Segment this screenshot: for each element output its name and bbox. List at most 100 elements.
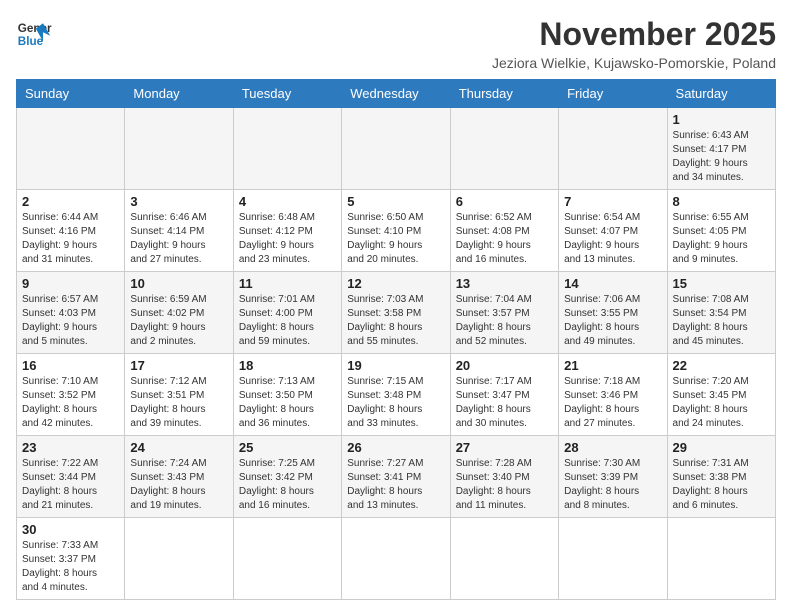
day-info: Sunrise: 7:04 AM Sunset: 3:57 PM Dayligh… bbox=[456, 293, 553, 349]
day-info: Sunrise: 7:20 AM Sunset: 3:45 PM Dayligh… bbox=[673, 375, 770, 431]
title-area: November 2025 Jeziora Wielkie, Kujawsko-… bbox=[492, 16, 776, 71]
col-saturday: Saturday bbox=[667, 80, 775, 108]
table-row: 10 Sunrise: 6:59 AM Sunset: 4:02 PM Dayli… bbox=[125, 272, 233, 354]
day-info: Sunrise: 7:08 AM Sunset: 3:54 PM Dayligh… bbox=[673, 293, 770, 349]
day-info: Sunrise: 7:12 AM Sunset: 3:51 PM Dayligh… bbox=[130, 375, 227, 431]
day-number: 9 bbox=[22, 276, 119, 291]
day-number: 24 bbox=[130, 440, 227, 455]
day-info: Sunrise: 7:27 AM Sunset: 3:41 PM Dayligh… bbox=[347, 457, 444, 513]
page-header: General Blue November 2025 Jeziora Wielk… bbox=[16, 16, 776, 71]
table-row bbox=[17, 108, 125, 190]
table-row bbox=[233, 518, 341, 600]
day-info: Sunrise: 7:17 AM Sunset: 3:47 PM Dayligh… bbox=[456, 375, 553, 431]
table-row: 6Sunrise: 6:52 AM Sunset: 4:08 PM Daylig… bbox=[450, 190, 558, 272]
day-number: 3 bbox=[130, 194, 227, 209]
svg-text:Blue: Blue bbox=[18, 35, 44, 48]
day-info: Sunrise: 6:54 AM Sunset: 4:07 PM Dayligh… bbox=[564, 211, 661, 267]
table-row bbox=[450, 518, 558, 600]
day-info: Sunrise: 6:48 AM Sunset: 4:12 PM Dayligh… bbox=[239, 211, 336, 267]
table-row: 26Sunrise: 7:27 AM Sunset: 3:41 PM Dayli… bbox=[342, 436, 450, 518]
day-number: 25 bbox=[239, 440, 336, 455]
day-number: 29 bbox=[673, 440, 770, 455]
table-row bbox=[342, 108, 450, 190]
day-info: Sunrise: 7:30 AM Sunset: 3:39 PM Dayligh… bbox=[564, 457, 661, 513]
calendar-week-row: 16Sunrise: 7:10 AM Sunset: 3:52 PM Dayli… bbox=[17, 354, 776, 436]
calendar-table: Sunday Monday Tuesday Wednesday Thursday… bbox=[16, 79, 776, 600]
day-number: 30 bbox=[22, 522, 119, 537]
table-row: 7Sunrise: 6:54 AM Sunset: 4:07 PM Daylig… bbox=[559, 190, 667, 272]
day-number: 14 bbox=[564, 276, 661, 291]
table-row bbox=[342, 518, 450, 600]
day-number: 4 bbox=[239, 194, 336, 209]
day-info: Sunrise: 7:24 AM Sunset: 3:43 PM Dayligh… bbox=[130, 457, 227, 513]
calendar-subtitle: Jeziora Wielkie, Kujawsko-Pomorskie, Pol… bbox=[492, 55, 776, 71]
day-info: Sunrise: 7:33 AM Sunset: 3:37 PM Dayligh… bbox=[22, 539, 119, 595]
table-row: 2 Sunrise: 6:44 AM Sunset: 4:16 PM Daylig… bbox=[17, 190, 125, 272]
table-row: 25 Sunrise: 7:25 AM Sunset: 3:42 PM Dayli… bbox=[233, 436, 341, 518]
day-number: 10 bbox=[130, 276, 227, 291]
table-row bbox=[125, 518, 233, 600]
day-info: Sunrise: 6:59 AM Sunset: 4:02 PM Dayligh… bbox=[130, 293, 227, 349]
col-wednesday: Wednesday bbox=[342, 80, 450, 108]
table-row bbox=[559, 108, 667, 190]
table-row: 13 Sunrise: 7:04 AM Sunset: 3:57 PM Dayli… bbox=[450, 272, 558, 354]
table-row: 22 Sunrise: 7:20 AM Sunset: 3:45 PM Dayli… bbox=[667, 354, 775, 436]
col-monday: Monday bbox=[125, 80, 233, 108]
col-sunday: Sunday bbox=[17, 80, 125, 108]
table-row: 14 Sunrise: 7:06 AM Sunset: 3:55 PM Dayli… bbox=[559, 272, 667, 354]
day-number: 27 bbox=[456, 440, 553, 455]
logo: General Blue bbox=[16, 16, 52, 52]
logo-icon: General Blue bbox=[16, 16, 52, 52]
day-number: 28 bbox=[564, 440, 661, 455]
day-number: 16 bbox=[22, 358, 119, 373]
table-row: 15 Sunrise: 7:08 AM Sunset: 3:54 PM Dayli… bbox=[667, 272, 775, 354]
day-number: 23 bbox=[22, 440, 119, 455]
day-number: 15 bbox=[673, 276, 770, 291]
day-number: 2 bbox=[22, 194, 119, 209]
day-number: 18 bbox=[239, 358, 336, 373]
day-number: 1 bbox=[673, 112, 770, 127]
table-row: 3 Sunrise: 6:46 AM Sunset: 4:14 PM Daylig… bbox=[125, 190, 233, 272]
table-row: 16Sunrise: 7:10 AM Sunset: 3:52 PM Dayli… bbox=[17, 354, 125, 436]
calendar-week-row: 23 Sunrise: 7:22 AM Sunset: 3:44 PM Dayli… bbox=[17, 436, 776, 518]
table-row: 19Sunrise: 7:15 AM Sunset: 3:48 PM Dayli… bbox=[342, 354, 450, 436]
day-number: 6 bbox=[456, 194, 553, 209]
table-row: 27 Sunrise: 7:28 AM Sunset: 3:40 PM Dayli… bbox=[450, 436, 558, 518]
table-row: 9 Sunrise: 6:57 AM Sunset: 4:03 PM Daylig… bbox=[17, 272, 125, 354]
day-info: Sunrise: 6:46 AM Sunset: 4:14 PM Dayligh… bbox=[130, 211, 227, 267]
table-row: 11 Sunrise: 7:01 AM Sunset: 4:00 PM Dayli… bbox=[233, 272, 341, 354]
day-number: 19 bbox=[347, 358, 444, 373]
table-row: 4 Sunrise: 6:48 AM Sunset: 4:12 PM Daylig… bbox=[233, 190, 341, 272]
table-row: 12Sunrise: 7:03 AM Sunset: 3:58 PM Dayli… bbox=[342, 272, 450, 354]
table-row: 18Sunrise: 7:13 AM Sunset: 3:50 PM Dayli… bbox=[233, 354, 341, 436]
day-info: Sunrise: 7:06 AM Sunset: 3:55 PM Dayligh… bbox=[564, 293, 661, 349]
table-row: 8Sunrise: 6:55 AM Sunset: 4:05 PM Daylig… bbox=[667, 190, 775, 272]
table-row: 5Sunrise: 6:50 AM Sunset: 4:10 PM Daylig… bbox=[342, 190, 450, 272]
day-info: Sunrise: 7:28 AM Sunset: 3:40 PM Dayligh… bbox=[456, 457, 553, 513]
day-info: Sunrise: 7:01 AM Sunset: 4:00 PM Dayligh… bbox=[239, 293, 336, 349]
day-info: Sunrise: 7:22 AM Sunset: 3:44 PM Dayligh… bbox=[22, 457, 119, 513]
weekday-header-row: Sunday Monday Tuesday Wednesday Thursday… bbox=[17, 80, 776, 108]
table-row bbox=[450, 108, 558, 190]
day-number: 22 bbox=[673, 358, 770, 373]
day-info: Sunrise: 7:25 AM Sunset: 3:42 PM Dayligh… bbox=[239, 457, 336, 513]
col-thursday: Thursday bbox=[450, 80, 558, 108]
day-number: 8 bbox=[673, 194, 770, 209]
day-info: Sunrise: 6:43 AM Sunset: 4:17 PM Dayligh… bbox=[673, 129, 770, 185]
day-info: Sunrise: 6:57 AM Sunset: 4:03 PM Dayligh… bbox=[22, 293, 119, 349]
day-number: 17 bbox=[130, 358, 227, 373]
day-info: Sunrise: 6:44 AM Sunset: 4:16 PM Dayligh… bbox=[22, 211, 119, 267]
day-info: Sunrise: 6:50 AM Sunset: 4:10 PM Dayligh… bbox=[347, 211, 444, 267]
table-row: 30 Sunrise: 7:33 AM Sunset: 3:37 PM Dayli… bbox=[17, 518, 125, 600]
day-number: 11 bbox=[239, 276, 336, 291]
day-number: 21 bbox=[564, 358, 661, 373]
calendar-title: November 2025 bbox=[492, 16, 776, 53]
calendar-week-row: 30 Sunrise: 7:33 AM Sunset: 3:37 PM Dayli… bbox=[17, 518, 776, 600]
day-number: 13 bbox=[456, 276, 553, 291]
col-friday: Friday bbox=[559, 80, 667, 108]
table-row: 28 Sunrise: 7:30 AM Sunset: 3:39 PM Dayli… bbox=[559, 436, 667, 518]
day-info: Sunrise: 7:03 AM Sunset: 3:58 PM Dayligh… bbox=[347, 293, 444, 349]
table-row: 20 Sunrise: 7:17 AM Sunset: 3:47 PM Dayli… bbox=[450, 354, 558, 436]
day-number: 20 bbox=[456, 358, 553, 373]
table-row bbox=[233, 108, 341, 190]
